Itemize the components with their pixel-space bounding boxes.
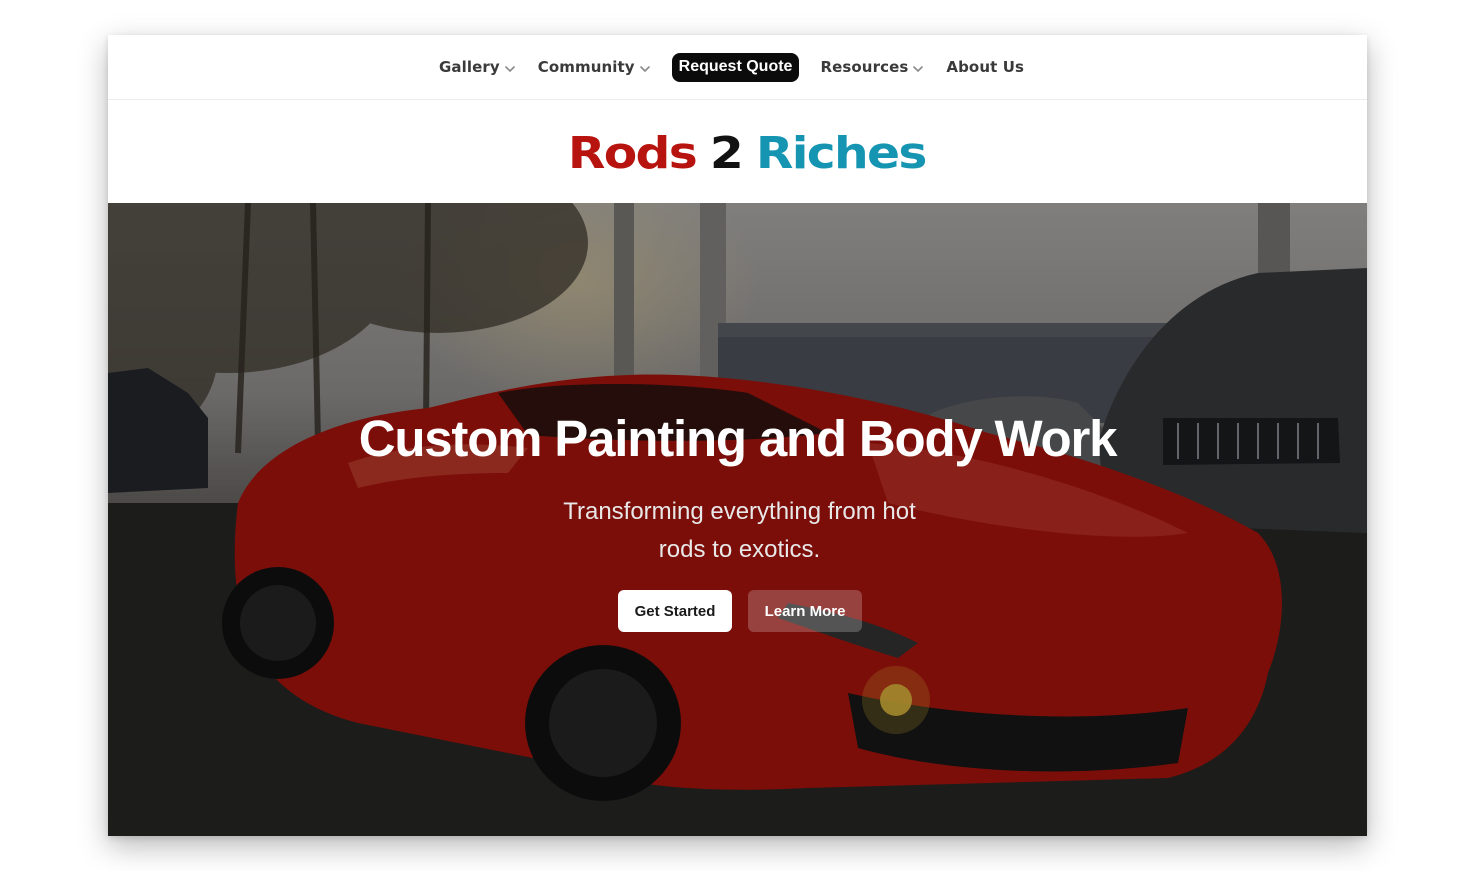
nav-item-gallery[interactable]: Gallery <box>439 58 516 76</box>
chevron-down-icon <box>504 65 515 72</box>
browser-page: Gallery Community Request Quote Resource… <box>108 35 1367 836</box>
site-logo[interactable]: Rods 2 Riches <box>567 126 927 179</box>
logo-word-riches: Riches <box>755 126 927 179</box>
chevron-down-icon <box>639 65 650 72</box>
nav-item-label: About Us <box>946 58 1025 76</box>
nav-item-label: Resources <box>820 58 909 76</box>
hero-title: Custom Painting and Body Work <box>358 410 1118 467</box>
logo-word-rods: Rods <box>567 126 698 179</box>
nav-item-about-us[interactable]: About Us <box>946 58 1024 76</box>
get-started-button[interactable]: Get Started <box>618 590 732 632</box>
top-navigation: Gallery Community Request Quote Resource… <box>108 35 1367 100</box>
nav-item-community[interactable]: Community <box>538 58 651 76</box>
nav-item-label: Community <box>537 58 635 76</box>
request-quote-button[interactable]: Request Quote <box>671 52 800 82</box>
logo-band: Rods 2 Riches <box>108 100 1367 203</box>
nav-item-label: Gallery <box>438 58 500 76</box>
hero-buttons: Get Started Learn More <box>618 590 862 632</box>
hero-subtitle: Transforming everything from hot rods to… <box>563 498 916 563</box>
learn-more-button[interactable]: Learn More <box>748 590 862 632</box>
nav-item-resources[interactable]: Resources <box>820 58 924 76</box>
chevron-down-icon <box>913 65 924 72</box>
hero-section: Custom Painting and Body Work Transformi… <box>108 203 1367 836</box>
logo-word-2: 2 <box>709 126 744 179</box>
